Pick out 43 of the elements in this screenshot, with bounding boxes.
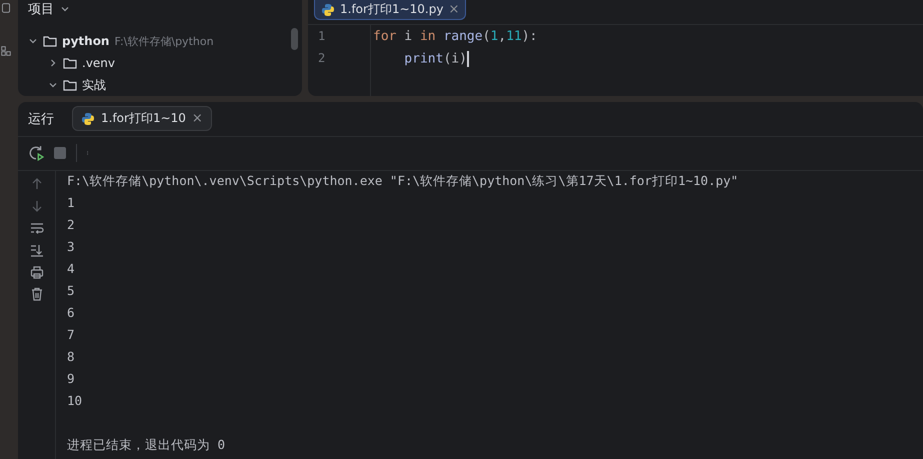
run-tab[interactable]: 1.for打印1~10 × (72, 106, 212, 132)
scroll-to-end-icon[interactable] (30, 243, 44, 257)
down-arrow-icon[interactable] (30, 199, 44, 213)
tree-item[interactable]: 实战 (82, 76, 106, 94)
scrollbar[interactable] (291, 28, 298, 50)
console-line: 10 (67, 393, 84, 410)
folder-path: F:\软件存储\python (114, 34, 214, 48)
panel-title[interactable]: 运行 (28, 110, 54, 128)
rerun-icon[interactable] (28, 145, 44, 162)
expand-chevron-icon[interactable] (48, 58, 58, 68)
console-line: 8 (67, 349, 76, 366)
collapse-chevron-icon[interactable] (48, 80, 58, 90)
print-icon[interactable] (30, 265, 44, 279)
panel-title[interactable]: 项目 (28, 0, 54, 18)
structure-icon[interactable] (1, 44, 11, 58)
console-line: F:\软件存储\python\.venv\Scripts\python.exe "F:\软件存储\python\练习\第17天\1.for打印1~10.py" (67, 173, 738, 190)
tree-item[interactable]: .venv (82, 56, 116, 70)
editor-tab[interactable]: 1.for打印1~10.py × (314, 0, 466, 20)
console-line: 5 (67, 283, 76, 300)
tab-label: 1.for打印1~10.py (340, 1, 444, 18)
tab-label: 1.for打印1~10 (101, 110, 186, 128)
close-icon[interactable]: × (192, 111, 203, 126)
console-line: 6 (67, 305, 76, 322)
console-line: 4 (67, 261, 76, 278)
line-number: 2 (317, 51, 326, 67)
collapse-chevron-icon[interactable] (28, 36, 38, 46)
console-line: 2 (67, 217, 76, 234)
python-icon (81, 112, 95, 126)
trash-icon[interactable] (30, 287, 44, 301)
soft-wrap-icon[interactable] (30, 221, 44, 235)
console-line: 3 (67, 239, 76, 256)
exit-message: 进程已结束，退出代码为 0 (67, 437, 226, 454)
console-line: 9 (67, 371, 76, 388)
python-icon (321, 2, 335, 16)
console-line: 7 (67, 327, 76, 344)
text-cursor (466, 51, 469, 67)
code-line: print(i) (403, 51, 470, 69)
close-icon[interactable]: × (448, 2, 460, 17)
console-line: 1 (67, 195, 76, 212)
code-line: for i in range(1,11): (372, 29, 538, 46)
line-number: 1 (317, 29, 326, 45)
stop-icon[interactable] (54, 147, 66, 160)
tree-item[interactable]: python (62, 34, 110, 48)
